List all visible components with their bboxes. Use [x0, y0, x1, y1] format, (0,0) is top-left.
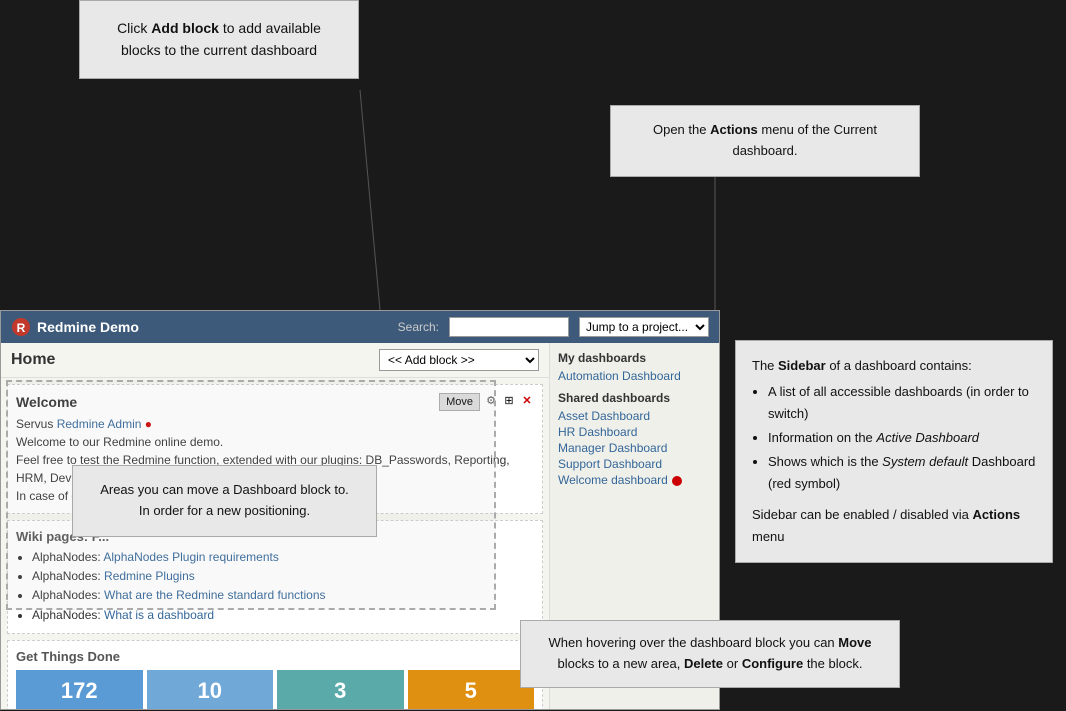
tooltip-move-text: Areas you can move a Dashboard block to.…	[100, 482, 349, 518]
logo-icon: R	[11, 317, 31, 337]
gtd-stat-toverify: 3 To Verify	[277, 670, 404, 709]
welcome-line1: Welcome to our Redmine online demo.	[16, 435, 223, 449]
sidebar-item-2: Information on the Active Dashboard	[768, 427, 1036, 449]
servus-text: Servus	[16, 417, 53, 431]
wiki-link-3[interactable]: What are the Redmine standard functions	[104, 588, 325, 602]
welcome-block-controls: Move ⚙ ⊞ ✕	[439, 393, 534, 411]
home-header: Home << Add block >>	[1, 343, 549, 378]
list-item: AlphaNodes: Redmine Plugins	[32, 567, 534, 586]
sidebar-link-automation[interactable]: Automation Dashboard	[558, 369, 711, 383]
add-block-bold: Add block	[151, 20, 219, 36]
app-logo: R Redmine Demo	[11, 317, 139, 337]
list-item: AlphaNodes: AlphaNodes Plugin requiremen…	[32, 548, 534, 567]
gtd-stats: 172 To Do 10 In Progress 3 To Verify 5	[16, 670, 534, 709]
block-gtd: Get Things Done 172 To Do 10 In Progress…	[7, 640, 543, 709]
welcome-block-title: Welcome	[16, 394, 77, 410]
gtd-stat-todo: 172 To Do	[16, 670, 143, 709]
block-wiki: Wiki pages: F... AlphaNodes: AlphaNodes …	[7, 520, 543, 634]
admin-dot: ●	[145, 417, 152, 431]
default-dashboard-indicator	[672, 476, 682, 486]
sidebar-link-support[interactable]: Support Dashboard	[558, 457, 711, 471]
shared-dashboards-title: Shared dashboards	[558, 391, 711, 405]
configure-bold: Configure	[742, 656, 803, 671]
svg-text:R: R	[17, 321, 26, 335]
jump-to-project-select[interactable]: Jump to a project...	[579, 317, 709, 337]
delete-icon[interactable]: ✕	[520, 393, 534, 407]
tooltip-hover-text: When hovering over the dashboard block y…	[548, 635, 871, 671]
actions-bold-2: Actions	[972, 507, 1020, 522]
gtd-num-inprogress[interactable]: 10	[147, 670, 274, 709]
dashboard-body: Welcome Move ⚙ ⊞ ✕ Servus Redmine Admin …	[1, 378, 549, 709]
wiki-link-1[interactable]: AlphaNodes Plugin requirements	[103, 550, 278, 564]
search-input[interactable]	[449, 317, 569, 337]
gtd-num-todo[interactable]: 172	[16, 670, 143, 709]
sidebar-my-dashboards: My dashboards Automation Dashboard	[558, 351, 711, 383]
my-dashboards-title: My dashboards	[558, 351, 711, 365]
tooltip-move: Areas you can move a Dashboard block to.…	[72, 465, 377, 537]
tooltip-sidebar-text: The Sidebar of a dashboard contains: A l…	[752, 358, 1036, 544]
sidebar-link-asset[interactable]: Asset Dashboard	[558, 409, 711, 423]
sidebar-bold: Sidebar	[778, 358, 826, 373]
tooltip-add-block: Click Add block to add available blocks …	[79, 0, 359, 79]
sidebar-link-hr[interactable]: HR Dashboard	[558, 425, 711, 439]
gtd-num-done[interactable]: 5	[408, 670, 535, 709]
add-block-container: << Add block >>	[379, 349, 539, 371]
admin-link[interactable]: Redmine Admin	[57, 417, 142, 431]
top-nav: R Redmine Demo Search: Jump to a project…	[1, 311, 719, 343]
app-title: Redmine Demo	[37, 319, 139, 335]
sidebar-welcome-dashboard: Welcome dashboard	[558, 473, 711, 489]
move-bold: Move	[838, 635, 871, 650]
expand-icon[interactable]: ⊞	[502, 393, 516, 407]
gtd-num-toverify[interactable]: 3	[277, 670, 404, 709]
gtd-title: Get Things Done	[16, 649, 534, 664]
gtd-stat-inprogress: 10 In Progress	[147, 670, 274, 709]
wiki-list: AlphaNodes: AlphaNodes Plugin requiremen…	[16, 548, 534, 625]
sidebar-item-1: A list of all accessible dashboards (in …	[768, 381, 1036, 425]
delete-bold: Delete	[684, 656, 723, 671]
wiki-link-2[interactable]: Redmine Plugins	[104, 569, 195, 583]
page-title: Home	[11, 351, 55, 369]
sidebar-shared-dashboards: Shared dashboards Asset Dashboard HR Das…	[558, 391, 711, 489]
tooltip-add-block-text: Click Add block to add available blocks …	[117, 20, 321, 58]
search-label: Search:	[398, 320, 439, 334]
actions-bold: Actions	[710, 122, 758, 137]
welcome-block-header: Welcome Move ⚙ ⊞ ✕	[16, 393, 534, 411]
tooltip-hover: When hovering over the dashboard block y…	[520, 620, 900, 688]
list-item: AlphaNodes: What is a dashboard	[32, 606, 534, 625]
wiki-link-4[interactable]: What is a dashboard	[104, 608, 214, 622]
list-item: AlphaNodes: What are the Redmine standar…	[32, 586, 534, 605]
gtd-stat-done: 5 Done	[408, 670, 535, 709]
move-button[interactable]: Move	[439, 393, 480, 411]
tooltip-sidebar: The Sidebar of a dashboard contains: A l…	[735, 340, 1053, 563]
add-block-select[interactable]: << Add block >>	[379, 349, 539, 371]
configure-icon[interactable]: ⚙	[484, 393, 498, 407]
sidebar-item-3: Shows which is the System default Dashbo…	[768, 451, 1036, 495]
sidebar-link-manager[interactable]: Manager Dashboard	[558, 441, 711, 455]
sidebar-link-welcome[interactable]: Welcome dashboard	[558, 473, 668, 487]
tooltip-actions-text: Open the Actions menu of the Current das…	[653, 122, 877, 158]
tooltip-actions: Open the Actions menu of the Current das…	[610, 105, 920, 177]
